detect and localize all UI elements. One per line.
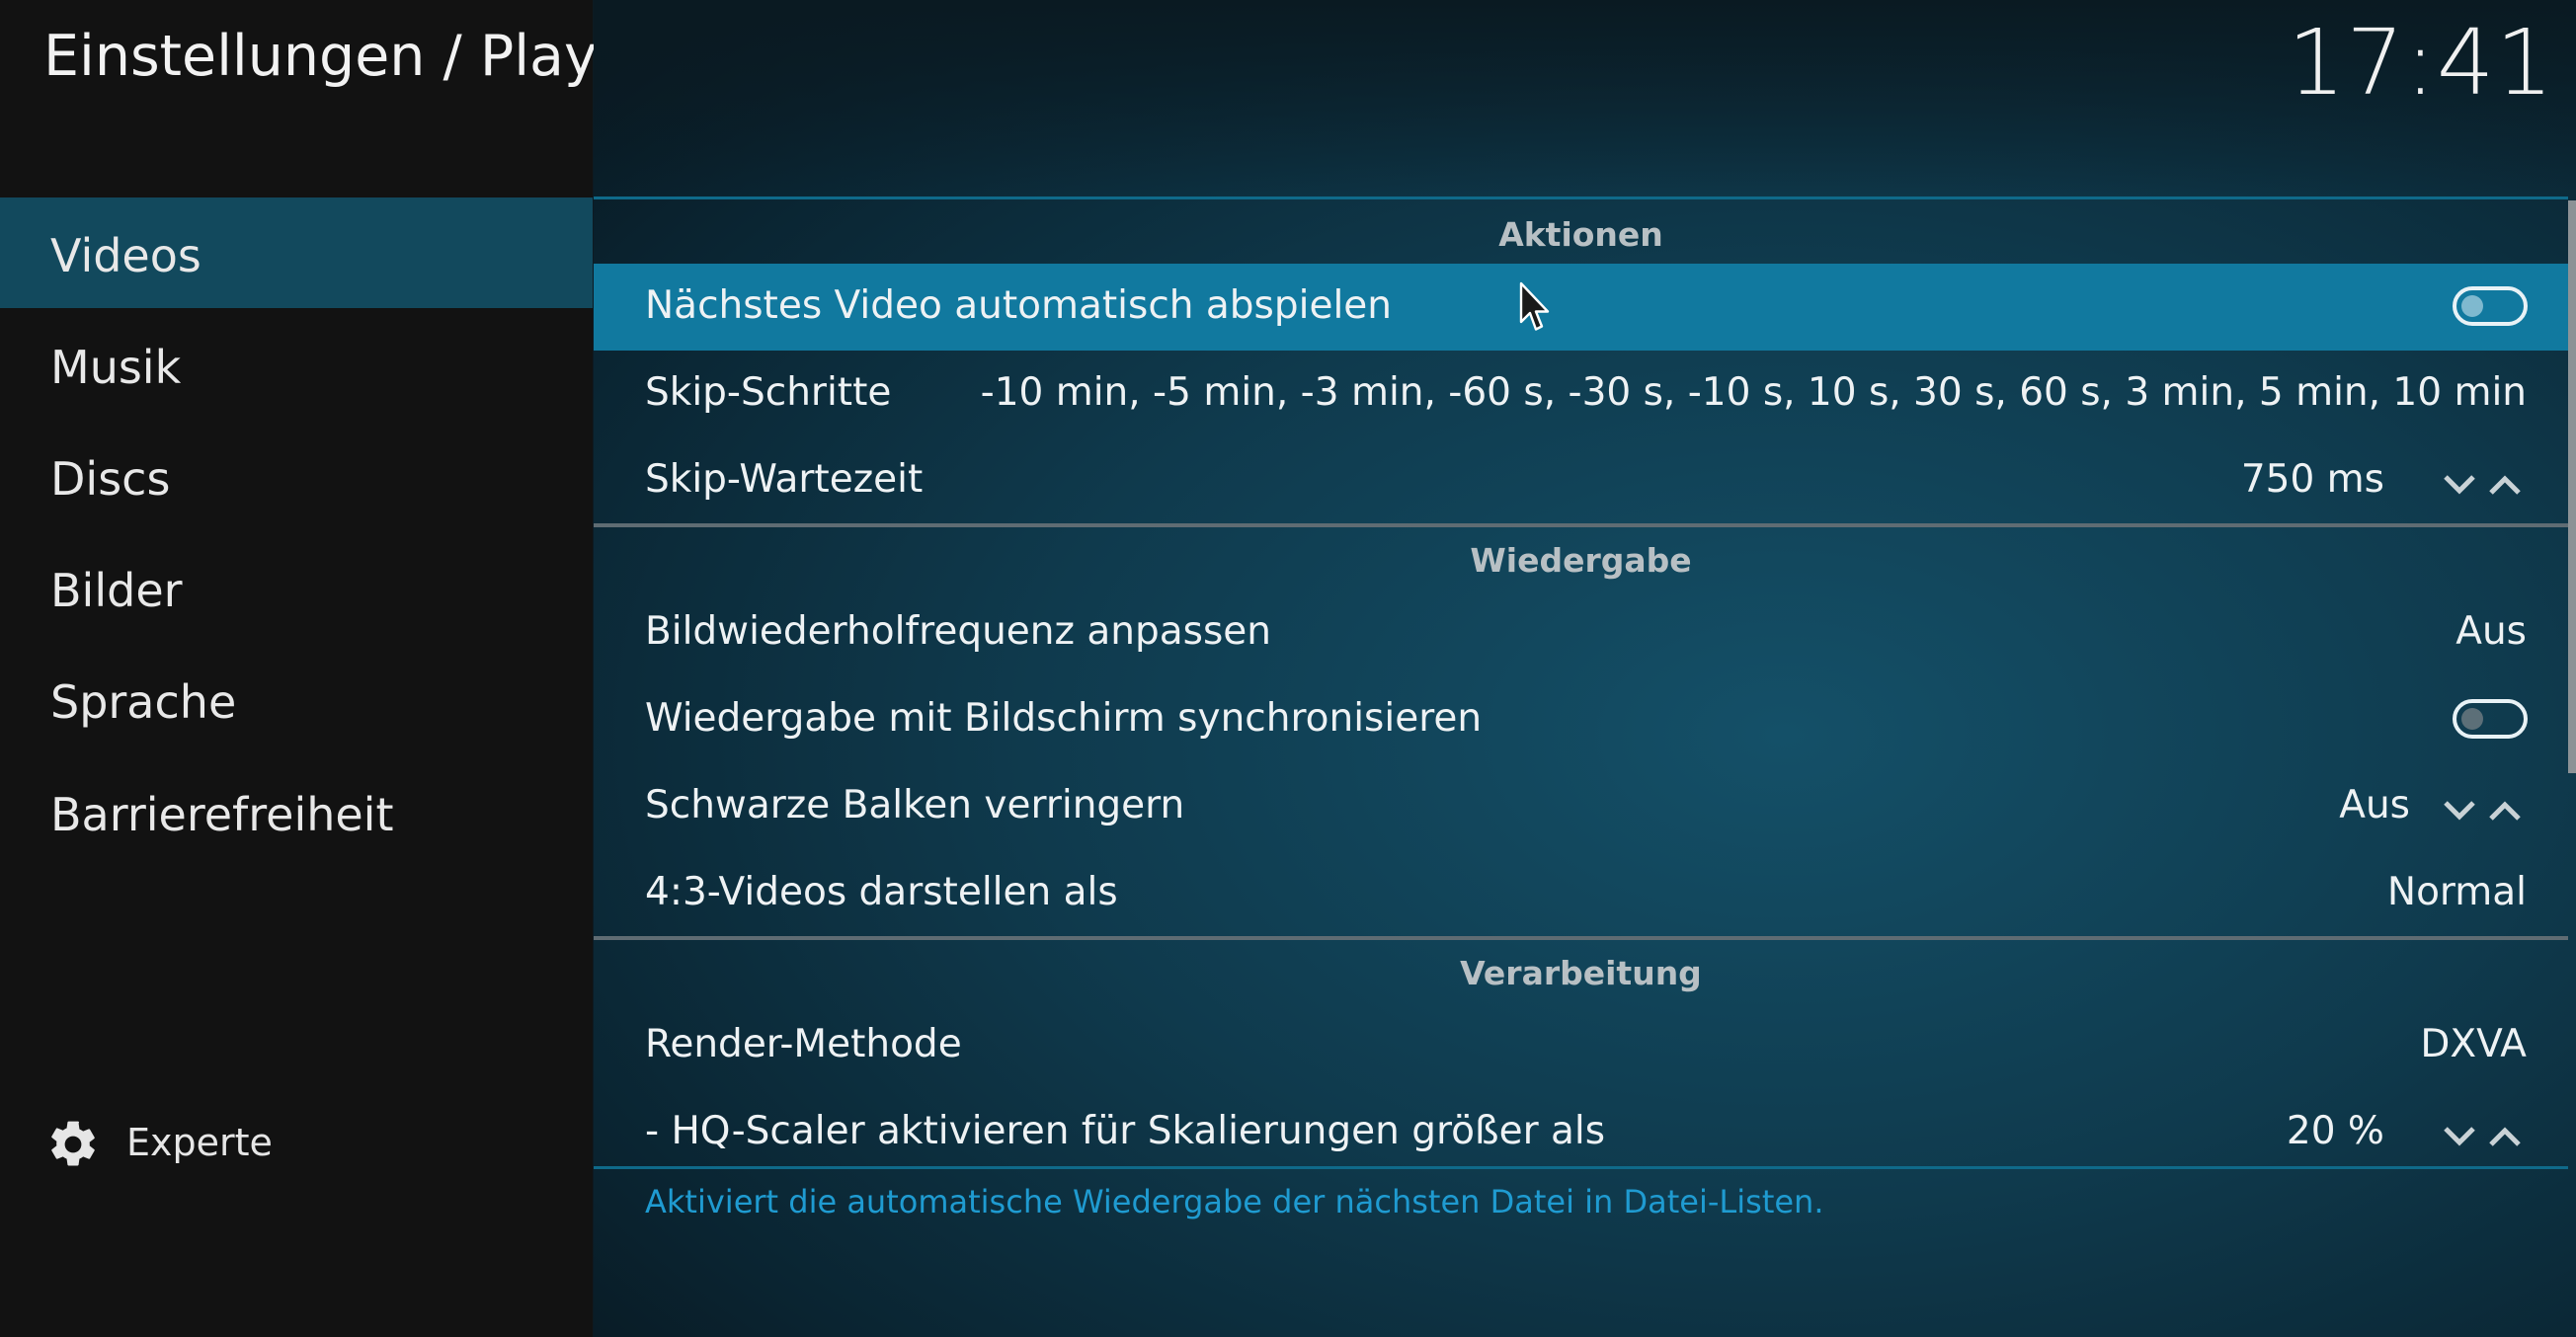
page-title: Einstellungen / Player <box>43 24 656 89</box>
sidebar-item-label: Discs <box>50 452 171 506</box>
settings-level-label: Experte <box>126 1121 273 1164</box>
section-header-aktionen: Aktionen <box>1498 215 1663 254</box>
setting-label: - HQ-Scaler aktivieren für Skalierungen … <box>645 1109 1606 1153</box>
setting-value: DXVA <box>2420 1022 2527 1066</box>
setting-next-video[interactable]: Nächstes Video automatisch abspielen <box>594 264 2568 351</box>
sidebar: Einstellungen / Player Videos Musik Disc… <box>0 0 655 1337</box>
section-header-verarbeitung: Verarbeitung <box>1460 954 1702 992</box>
mouse-cursor-icon <box>1519 281 1550 331</box>
setting-label: Skip-Wartezeit <box>645 457 924 502</box>
setting-hq-scaler[interactable]: - HQ-Scaler aktivieren für Skalierungen … <box>594 1089 2568 1176</box>
setting-label: Nächstes Video automatisch abspielen <box>645 283 1392 328</box>
sidebar-item-sprache[interactable]: Sprache <box>0 644 593 754</box>
setting-render-method[interactable]: Render-Methode DXVA <box>594 1002 2568 1089</box>
setting-value: Aus <box>2339 783 2410 827</box>
sidebar-item-bilder[interactable]: Bilder <box>0 532 593 643</box>
setting-value: 750 ms <box>2240 457 2384 502</box>
sidebar-item-label: Musik <box>50 341 182 394</box>
description-divider <box>594 1166 2568 1169</box>
sidebar-item-barrierefreiheit[interactable]: Barrierefreiheit <box>0 756 593 867</box>
setting-sync-display[interactable]: Wiedergabe mit Bildschirm synchronisiere… <box>594 676 2568 763</box>
setting-label: Schwarze Balken verringern <box>645 783 1185 827</box>
setting-refresh-rate[interactable]: Bildwiederholfrequenz anpassen Aus <box>594 590 2568 676</box>
sidebar-item-discs[interactable]: Discs <box>0 421 593 531</box>
setting-label: Wiedergabe mit Bildschirm synchronisiere… <box>645 696 1483 741</box>
sidebar-item-label: Videos <box>50 229 201 282</box>
setting-value: Aus <box>2455 609 2527 654</box>
setting-description: Aktiviert die automatische Wiedergabe de… <box>645 1183 1824 1220</box>
setting-value: Normal <box>2386 870 2527 914</box>
section-header-wiedergabe: Wiedergabe <box>1470 541 1692 580</box>
gear-icon <box>51 1121 95 1166</box>
header-background <box>594 0 2576 197</box>
toggle-switch-off[interactable] <box>2452 285 2529 327</box>
setting-label: Render-Methode <box>645 1022 962 1066</box>
section-divider <box>594 936 2568 940</box>
setting-value: -10 min, -5 min, -3 min, -60 s, -30 s, -… <box>980 370 2527 415</box>
scrollbar[interactable] <box>2568 200 2576 773</box>
sidebar-item-musik[interactable]: Musik <box>0 309 593 420</box>
spinner-arrows-icon[interactable] <box>2440 467 2529 501</box>
section-divider <box>594 523 2568 527</box>
settings-level-button[interactable]: Experte <box>45 1113 539 1182</box>
setting-skip-steps[interactable]: Skip-Schritte -10 min, -5 min, -3 min, -… <box>594 351 2568 437</box>
setting-label: Bildwiederholfrequenz anpassen <box>645 609 1271 654</box>
sidebar-item-label: Barrierefreiheit <box>50 788 394 841</box>
setting-black-bars[interactable]: Schwarze Balken verringern Aus <box>594 763 2568 850</box>
setting-label: 4:3-Videos darstellen als <box>645 870 1118 914</box>
toggle-switch-off[interactable] <box>2452 698 2529 740</box>
setting-value: 20 % <box>2286 1109 2384 1153</box>
clock: 17:41 <box>2287 10 2554 116</box>
setting-skip-delay[interactable]: Skip-Wartezeit 750 ms <box>594 437 2568 524</box>
settings-screen: Einstellungen / Player Videos Musik Disc… <box>0 0 2576 1337</box>
setting-display-43[interactable]: 4:3-Videos darstellen als Normal <box>594 850 2568 937</box>
sidebar-item-videos[interactable]: Videos <box>0 197 593 308</box>
sidebar-item-label: Sprache <box>50 675 237 729</box>
list-divider <box>594 197 2568 199</box>
setting-label: Skip-Schritte <box>645 370 892 415</box>
spinner-arrows-icon[interactable] <box>2440 793 2529 826</box>
sidebar-item-label: Bilder <box>50 564 183 617</box>
spinner-arrows-icon[interactable] <box>2440 1119 2529 1152</box>
settings-panel: 17:41 Aktionen Nächstes Video automatisc… <box>594 0 2576 1337</box>
